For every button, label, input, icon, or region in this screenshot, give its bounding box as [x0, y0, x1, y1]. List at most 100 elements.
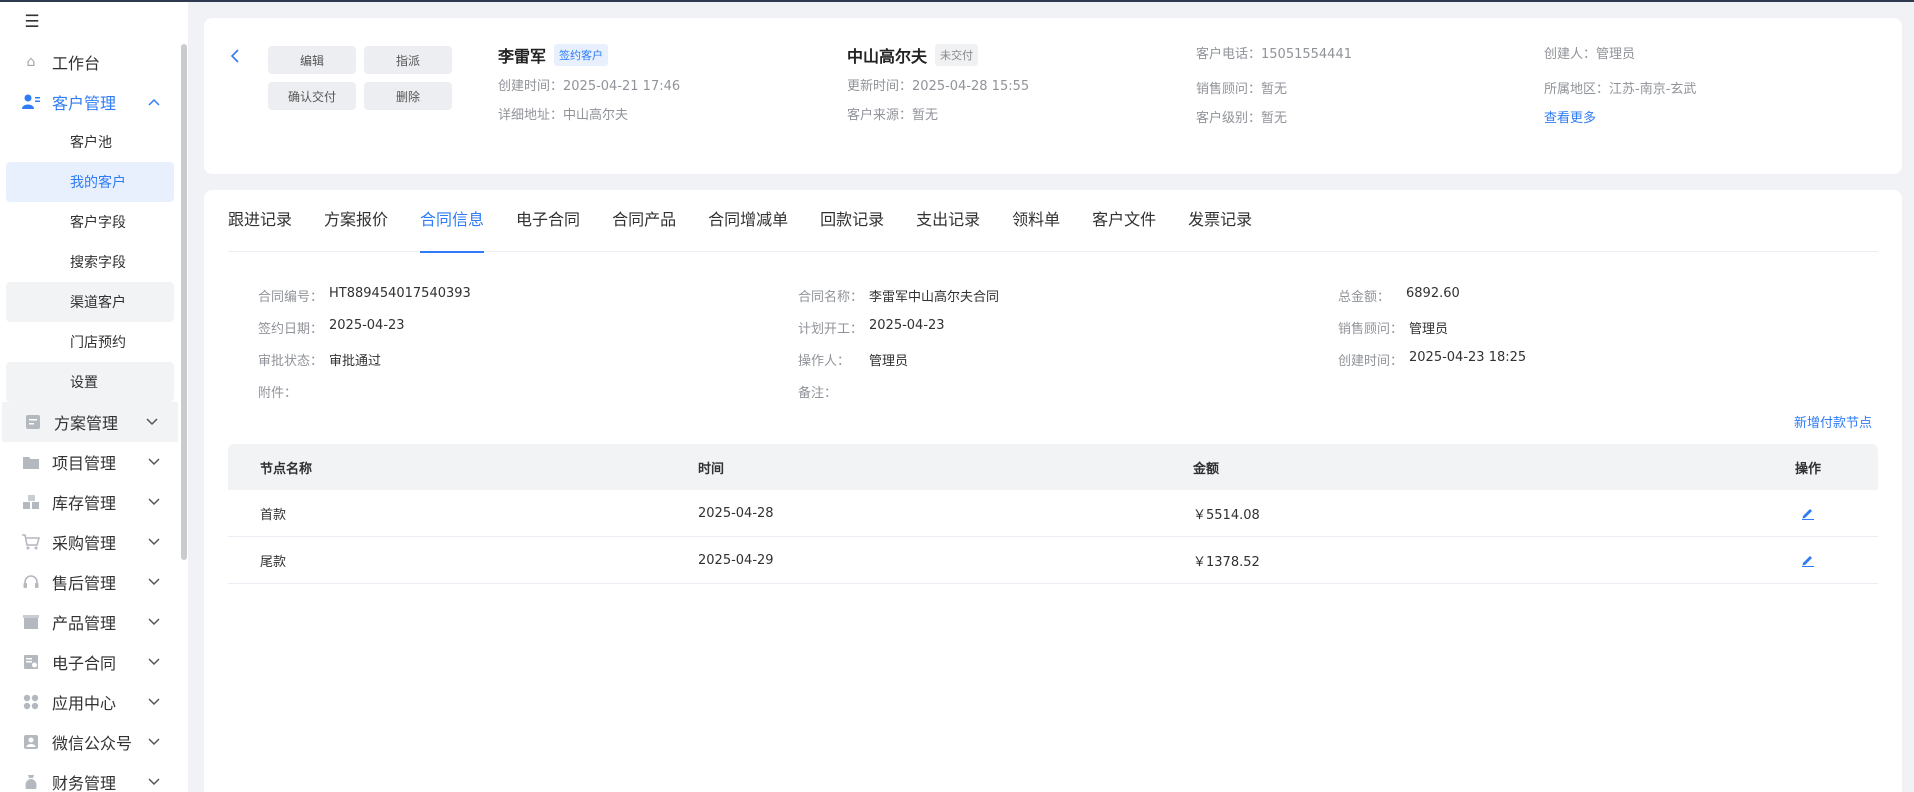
field-label: 合同编号： [258, 290, 324, 305]
edit-button[interactable]: 编辑 [268, 46, 356, 74]
field-label: 计划开工： [798, 322, 864, 337]
actions-cell [1738, 552, 1878, 568]
customer-phone: 客户电话：15051554441 [1196, 47, 1352, 62]
chevron-down-icon [148, 575, 160, 589]
sidebar-item-workbench[interactable]: ⌂ 工作台 [0, 42, 180, 82]
chevron-down-icon [148, 535, 160, 549]
node-amount-cell: ￥1378.52 [1193, 554, 1260, 570]
customer-name: 李雷军 [498, 47, 547, 66]
planned-start-field: 计划开工： 2025-04-23 [798, 318, 945, 337]
chevron-down-icon [148, 735, 160, 749]
inventory-icon [22, 493, 40, 511]
sidebar-item-aftersale-manage[interactable]: 售后管理 [0, 562, 180, 602]
edit-icon[interactable] [1800, 552, 1816, 568]
tab-quotation[interactable]: 方案报价 [324, 190, 388, 252]
customer-source: 客户来源：暂无 [847, 108, 939, 123]
sidebar-item-label: 产品管理 [52, 614, 117, 633]
top-border [0, 0, 1914, 2]
apps-icon [22, 693, 40, 711]
sidebar-item-wechat[interactable]: 微信公众号 [0, 722, 180, 762]
sidebar-item-customer-manage[interactable]: 客户管理 [0, 82, 180, 122]
created-time-value: 2025-04-23 18:25 [1409, 350, 1527, 365]
sidebar-subitem-customer-fields[interactable]: 客户字段 [6, 202, 174, 242]
sidebar-item-product-manage[interactable]: 产品管理 [0, 602, 180, 642]
sidebar-item-label: 库存管理 [52, 494, 117, 513]
add-payment-node-button[interactable]: 新增付款节点 [1794, 412, 1872, 431]
table-row: 首款 2025-04-28 ￥5514.08 [228, 490, 1878, 537]
sidebar-item-label: 采购管理 [52, 534, 117, 553]
home-icon: ⌂ [26, 54, 36, 70]
contract-no-field: 合同编号： HT889454017540393 [258, 286, 471, 305]
sidebar-item-e-contract[interactable]: 电子合同 [0, 642, 180, 682]
field-label: 操作人： [798, 354, 851, 369]
chevron-down-icon [148, 455, 160, 469]
sidebar-subitem-channel-customers[interactable]: 渠道客户 [6, 282, 174, 322]
field-label: 附件： [258, 386, 298, 401]
back-icon[interactable] [230, 48, 240, 67]
tab-expense-records[interactable]: 支出记录 [916, 190, 980, 252]
total-amount-value: 6892.60 [1406, 286, 1460, 301]
field-label: 合同名称： [798, 290, 864, 305]
tab-contract-info[interactable]: 合同信息 [420, 190, 485, 253]
tab-payment-records[interactable]: 回款记录 [820, 190, 884, 252]
edit-icon[interactable] [1800, 505, 1816, 521]
sidebar-item-label: 客户管理 [52, 94, 117, 113]
see-more-link[interactable]: 查看更多 [1544, 109, 1696, 129]
sign-date-value: 2025-04-23 [329, 318, 405, 333]
sidebar-item-project-manage[interactable]: 项目管理 [0, 442, 180, 482]
delete-button[interactable]: 删除 [364, 82, 452, 110]
sidebar-subitem-customer-pool[interactable]: 客户池 [6, 122, 174, 162]
updated-time: 更新时间：2025-04-28 15:55 [847, 79, 1030, 94]
field-label: 备注： [798, 386, 838, 401]
table-header: 节点名称 时间 金额 操作 [228, 444, 1878, 490]
delivery-status-badge: 未交付 [935, 44, 979, 66]
chevron-down-icon [148, 615, 160, 629]
approval-status-value: 审批通过 [329, 354, 382, 369]
sidebar-item-inventory-manage[interactable]: 库存管理 [0, 482, 180, 522]
sidebar-scrollbar-thumb[interactable] [181, 44, 187, 560]
box-icon [22, 613, 40, 631]
sidebar-subitem-settings[interactable]: 设置 [6, 362, 174, 402]
assign-button[interactable]: 指派 [364, 46, 452, 74]
sidebar-subitem-store-booking[interactable]: 门店预约 [6, 322, 174, 362]
wechat-icon [22, 733, 40, 751]
sidebar: ☰ ⌂ 工作台 客户管理 客户池 我的客户 客户字段 搜索字段 渠道客户 门店预… [0, 2, 188, 792]
tab-customer-files[interactable]: 客户文件 [1092, 190, 1156, 252]
approval-status-field: 审批状态： 审批通过 [258, 350, 381, 369]
address: 详细地址：中山高尔夫 [498, 108, 629, 123]
customer-status-badge: 签约客户 [554, 44, 609, 66]
contract-name-field: 合同名称： 李雷军中山高尔夫合同 [798, 286, 999, 305]
sidebar-item-app-center[interactable]: 应用中心 [0, 682, 180, 722]
customer-info-column: 李雷军 签约客户 创建时间：2025-04-21 17:46 详细地址：中山高尔… [498, 42, 680, 126]
sidebar-item-purchase-manage[interactable]: 采购管理 [0, 522, 180, 562]
cart-icon [22, 533, 40, 551]
planned-start-value: 2025-04-23 [869, 318, 945, 333]
tab-follow-up[interactable]: 跟进记录 [228, 190, 292, 252]
sidebar-item-finance-manage[interactable]: 财务管理 [0, 762, 180, 792]
node-date-cell: 2025-04-29 [698, 552, 774, 568]
sidebar-item-label: 售后管理 [52, 574, 117, 593]
tab-contract-changes[interactable]: 合同增减单 [708, 190, 788, 252]
tab-material-requisition[interactable]: 领料单 [1012, 190, 1060, 252]
tab-contract-products[interactable]: 合同产品 [612, 190, 676, 252]
chevron-down-icon [146, 415, 158, 429]
tab-e-contract[interactable]: 电子合同 [516, 190, 580, 252]
node-amount-cell: ￥5514.08 [1193, 507, 1260, 523]
sidebar-item-label: 电子合同 [52, 654, 117, 673]
field-label: 销售顾问： [1338, 322, 1404, 337]
operator-value: 管理员 [869, 354, 909, 369]
confirm-delivery-button[interactable]: 确认交付 [268, 82, 356, 110]
tab-invoice-records[interactable]: 发票记录 [1188, 190, 1252, 252]
operator-field: 操作人： 管理员 [798, 350, 908, 369]
menu-fold-icon[interactable]: ☰ [22, 12, 42, 32]
remark-field: 备注： [798, 382, 837, 401]
detail-card: 跟进记录 方案报价 合同信息 电子合同 合同产品 合同增减单 回款记录 支出记录… [204, 190, 1902, 792]
sidebar-subitem-my-customers[interactable]: 我的客户 [6, 162, 174, 202]
chevron-down-icon [148, 695, 160, 709]
customer-level: 客户级别：暂无 [1196, 111, 1288, 126]
contact-info-column: 客户电话：15051554441 销售顾问：暂无 客户级别：暂无 [1196, 45, 1352, 129]
sidebar-item-plan-manage[interactable]: 方案管理 [2, 402, 178, 442]
region: 所属地区：江苏-南京-玄武 [1544, 82, 1697, 97]
sidebar-item-label: 项目管理 [52, 454, 117, 473]
sidebar-subitem-search-fields[interactable]: 搜索字段 [6, 242, 174, 282]
